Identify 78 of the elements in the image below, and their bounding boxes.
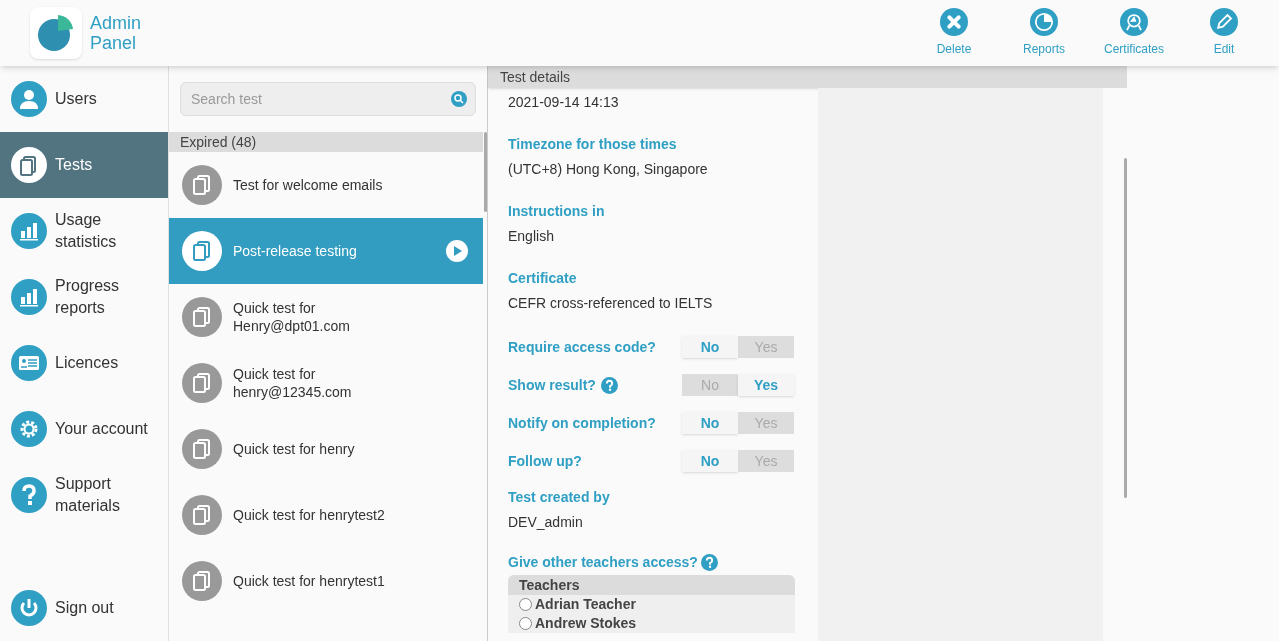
- field-label: Certificate: [508, 269, 578, 288]
- power-icon: [11, 590, 47, 626]
- edit-button[interactable]: Edit: [1179, 8, 1269, 58]
- toggle-option[interactable]: Yes: [738, 374, 794, 396]
- test-name: Test for welcome emails: [233, 176, 384, 194]
- list-header: Teachers: [508, 575, 795, 595]
- help-icon[interactable]: [700, 553, 718, 571]
- field-value: DEV_admin: [508, 513, 584, 532]
- documents-icon: [182, 561, 222, 601]
- pie-chart-icon: [1030, 8, 1058, 36]
- sidebar-item[interactable]: Tests: [0, 132, 168, 198]
- medal-icon: [1120, 8, 1148, 36]
- test-name: Quick test for henrytest1: [233, 572, 386, 590]
- documents-icon: [182, 429, 222, 469]
- field-label: Timezone for those times: [508, 135, 678, 154]
- field-value: 2021-09-14 14:13: [508, 93, 620, 112]
- radio-button[interactable]: [519, 598, 532, 611]
- teacher-name: Andrew Stokes: [535, 614, 637, 633]
- close-icon: [940, 8, 968, 36]
- test-name: Quick test for henry@12345.com: [233, 365, 353, 401]
- id-card-icon: [11, 345, 47, 381]
- field-label: Test created by: [508, 488, 611, 507]
- field-value: (UTC+8) Hong Kong, Singapore: [508, 160, 709, 179]
- test-list-item[interactable]: Quick test for henrytest1: [169, 548, 483, 614]
- test-name: Quick test for Henry@dpt01.com: [233, 299, 351, 335]
- gear-icon: [11, 411, 47, 447]
- sidebar-item[interactable]: Sign out: [0, 575, 168, 641]
- toggle-label: Require access code?: [508, 337, 656, 357]
- question-mark-icon: [11, 477, 47, 513]
- field-label: Give other teachers access?: [508, 552, 698, 572]
- toggle-option[interactable]: No: [682, 336, 738, 358]
- test-list-item[interactable]: Post-release testing: [169, 218, 483, 284]
- bar-chart-icon: [11, 279, 47, 315]
- person-icon: [11, 81, 47, 117]
- toggle-label: Notify on completion?: [508, 413, 656, 433]
- test-list-item[interactable]: Quick test for Henry@dpt01.com: [169, 284, 483, 350]
- bar-chart-icon: [11, 213, 47, 249]
- documents-icon: [182, 231, 222, 271]
- test-list-item[interactable]: Test for welcome emails: [169, 152, 483, 218]
- toggle-label: Show result?: [508, 375, 596, 395]
- search-icon: [451, 91, 467, 107]
- test-list-item[interactable]: Quick test for henry@12345.com: [169, 350, 483, 416]
- documents-icon: [182, 297, 222, 337]
- app-title: Admin: [90, 13, 142, 33]
- sidebar-item[interactable]: Users: [0, 66, 168, 132]
- play-icon: [446, 240, 468, 262]
- test-name: Post-release testing: [233, 242, 358, 260]
- test-list-item[interactable]: Quick test for henry: [169, 416, 483, 482]
- help-icon[interactable]: [600, 376, 618, 394]
- test-name: Quick test for henrytest2: [233, 506, 386, 524]
- app-title: Panel: [90, 33, 138, 53]
- test-list-item[interactable]: Quick test for henrytest2: [169, 482, 483, 548]
- panel-header: Test details: [488, 66, 1127, 88]
- group-header: Expired (48): [169, 132, 483, 152]
- delete-button[interactable]: Delete: [909, 8, 999, 58]
- toggle-option[interactable]: No: [682, 412, 738, 434]
- logo-icon: [30, 7, 82, 59]
- teacher-name: Adrian Teacher: [535, 595, 636, 614]
- field-value: English: [508, 227, 555, 246]
- radio-button[interactable]: [519, 617, 532, 630]
- search-field[interactable]: Search test: [180, 82, 476, 116]
- field-value: CEFR cross-referenced to IELTS: [508, 294, 714, 313]
- documents-icon: [182, 363, 222, 403]
- field-label: Instructions in: [508, 202, 606, 221]
- reports-button[interactable]: Reports: [999, 8, 1089, 58]
- documents-icon: [11, 147, 47, 183]
- toggle-option[interactable]: No: [682, 450, 738, 472]
- sidebar-item[interactable]: Your account: [0, 396, 168, 462]
- pencil-icon: [1210, 8, 1238, 36]
- documents-icon: [182, 495, 222, 535]
- certificates-button[interactable]: Certificates: [1089, 8, 1179, 58]
- sidebar-item[interactable]: Usage statistics: [0, 198, 168, 264]
- sidebar-item[interactable]: Support materials: [0, 462, 168, 528]
- test-name: Quick test for henry: [233, 440, 356, 458]
- toggle-label: Follow up?: [508, 451, 582, 471]
- documents-icon: [182, 165, 222, 205]
- sidebar-item[interactable]: Progress reports: [0, 264, 168, 330]
- sidebar-item[interactable]: Licences: [0, 330, 168, 396]
